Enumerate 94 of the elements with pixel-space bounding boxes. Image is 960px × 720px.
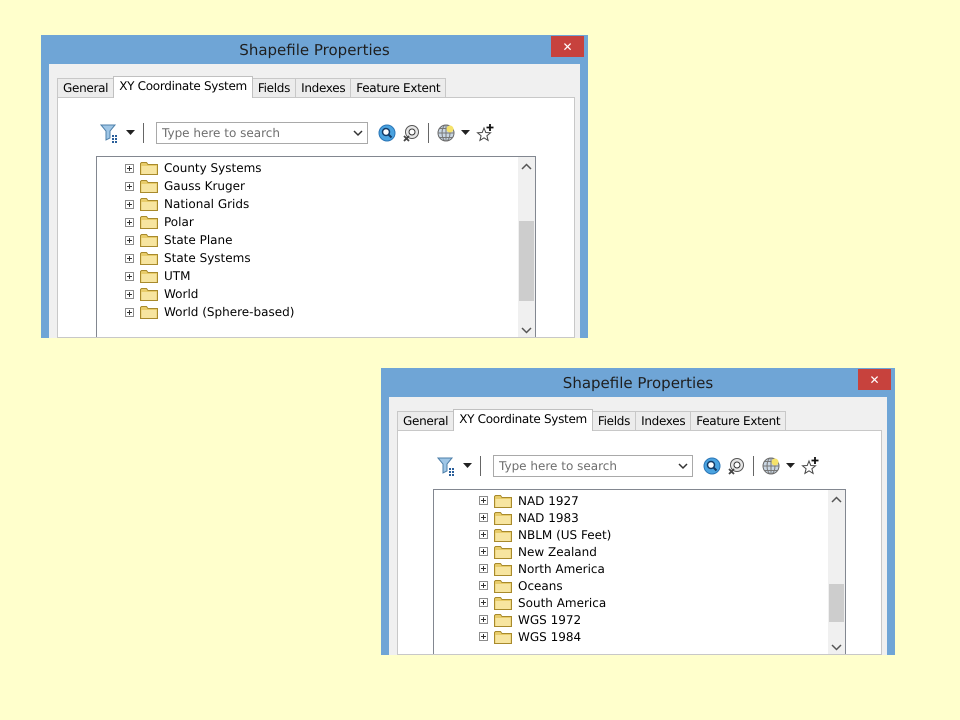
- globe-icon[interactable]: [437, 124, 455, 142]
- expand-icon[interactable]: [125, 290, 134, 298]
- expand-icon[interactable]: [479, 496, 488, 505]
- dropdown-caret-icon[interactable]: [463, 463, 472, 469]
- folder-icon: [140, 233, 158, 247]
- tree-item[interactable]: South America: [518, 596, 606, 610]
- filter-icon[interactable]: [100, 123, 120, 143]
- expand-icon[interactable]: [125, 182, 134, 190]
- globe-icon[interactable]: [762, 457, 780, 475]
- scrollbar[interactable]: [828, 490, 845, 654]
- window-title: Shapefile Properties: [562, 374, 714, 392]
- expand-icon[interactable]: [125, 236, 134, 244]
- tree-item[interactable]: NBLM (US Feet): [518, 528, 612, 542]
- scrollbar-thumb[interactable]: [519, 221, 534, 301]
- tree-item[interactable]: WGS 1972: [518, 612, 582, 626]
- tree-item[interactable]: New Zealand: [518, 544, 597, 558]
- tree-item[interactable]: State Systems: [164, 251, 251, 265]
- scrollbar-thumb[interactable]: [829, 584, 844, 622]
- scrollbar[interactable]: [518, 157, 535, 337]
- folder-icon: [494, 528, 512, 542]
- tab[interactable]: General: [397, 411, 454, 430]
- dropdown-caret-icon[interactable]: [126, 130, 135, 136]
- expand-icon[interactable]: [479, 598, 488, 607]
- expand-icon[interactable]: [125, 218, 134, 226]
- folder-icon: [140, 269, 158, 283]
- expand-icon[interactable]: [479, 547, 488, 556]
- clear-search-icon[interactable]: [402, 124, 420, 142]
- dropdown-caret-icon[interactable]: [461, 130, 470, 136]
- dropdown-caret-icon[interactable]: [786, 463, 795, 469]
- tree-item[interactable]: Polar: [164, 215, 194, 229]
- search-field[interactable]: Type here to search: [493, 455, 693, 477]
- scroll-up-icon[interactable]: [831, 496, 842, 504]
- star-add-icon[interactable]: [476, 124, 494, 142]
- folder-icon: [494, 562, 512, 576]
- close-button[interactable]: ✕: [551, 36, 584, 57]
- expand-icon[interactable]: [125, 254, 134, 262]
- expand-icon[interactable]: [125, 164, 134, 172]
- search-icon[interactable]: [378, 124, 396, 142]
- star-add-icon[interactable]: [801, 457, 819, 475]
- expand-icon[interactable]: [479, 513, 488, 522]
- expand-icon[interactable]: [479, 564, 488, 573]
- search-field[interactable]: Type here to search: [156, 122, 368, 144]
- tab[interactable]: Fields: [252, 78, 296, 97]
- tab[interactable]: Feature Extent: [690, 411, 786, 430]
- tree-item[interactable]: NAD 1983: [518, 510, 579, 524]
- folder-icon: [140, 215, 158, 229]
- tree-item[interactable]: Gauss Kruger: [164, 179, 245, 193]
- scroll-down-icon[interactable]: [521, 326, 532, 334]
- tab[interactable]: XY Coordinate System: [113, 76, 253, 98]
- folder-icon: [494, 544, 512, 558]
- scroll-up-icon[interactable]: [521, 163, 532, 171]
- clear-search-icon[interactable]: [727, 457, 745, 475]
- folder-icon: [494, 630, 512, 644]
- tree-item[interactable]: North America: [518, 562, 605, 576]
- expand-icon[interactable]: [125, 272, 134, 280]
- folder-icon: [140, 179, 158, 193]
- folder-icon: [494, 596, 512, 610]
- scroll-down-icon[interactable]: [831, 643, 842, 651]
- folder-icon: [494, 494, 512, 508]
- folder-icon: [140, 161, 158, 175]
- chevron-down-icon[interactable]: [678, 463, 688, 470]
- tree-item[interactable]: UTM: [164, 269, 190, 283]
- tree-item[interactable]: WGS 1984: [518, 630, 582, 644]
- tab[interactable]: Indexes: [635, 411, 692, 430]
- tree-item[interactable]: National Grids: [164, 197, 250, 211]
- expand-icon[interactable]: [479, 615, 488, 624]
- folder-icon: [140, 287, 158, 301]
- tab[interactable]: Fields: [592, 411, 636, 430]
- tree-item[interactable]: World: [164, 287, 198, 301]
- expand-icon[interactable]: [479, 581, 488, 590]
- folder-icon: [140, 251, 158, 265]
- expand-icon[interactable]: [125, 200, 134, 208]
- folder-icon: [140, 305, 158, 319]
- tree-item[interactable]: World (Sphere-based): [164, 305, 294, 319]
- tab[interactable]: Indexes: [295, 78, 352, 97]
- folder-icon: [494, 510, 512, 524]
- search-icon[interactable]: [703, 457, 721, 475]
- filter-icon[interactable]: [437, 456, 457, 476]
- tree-item[interactable]: Oceans: [518, 578, 563, 592]
- tab[interactable]: Feature Extent: [350, 78, 446, 97]
- tree-item[interactable]: County Systems: [164, 161, 262, 175]
- tab[interactable]: XY Coordinate System: [453, 409, 593, 431]
- chevron-down-icon[interactable]: [353, 130, 363, 137]
- expand-icon[interactable]: [125, 308, 134, 316]
- tree-item[interactable]: NAD 1927: [518, 494, 579, 508]
- expand-icon[interactable]: [479, 530, 488, 539]
- expand-icon[interactable]: [479, 632, 488, 641]
- folder-icon: [140, 197, 158, 211]
- tree-item[interactable]: State Plane: [164, 233, 232, 247]
- tab[interactable]: General: [57, 78, 114, 97]
- folder-icon: [494, 578, 512, 592]
- window-title: Shapefile Properties: [239, 40, 390, 58]
- folder-icon: [494, 612, 512, 626]
- close-button[interactable]: ✕: [858, 369, 891, 390]
